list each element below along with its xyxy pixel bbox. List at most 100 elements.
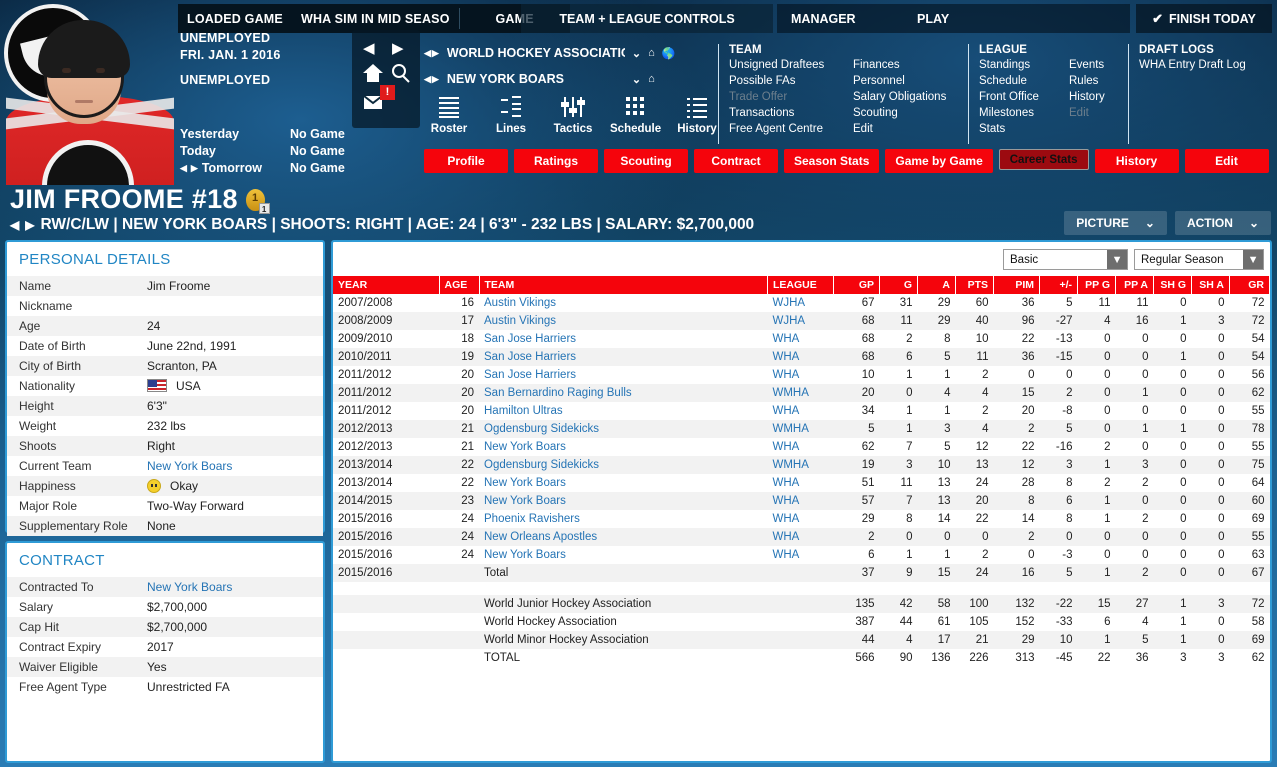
cell-league[interactable]: WHA xyxy=(768,474,834,492)
cell-league[interactable]: WJHA xyxy=(768,312,834,330)
cell-league[interactable]: WHA xyxy=(768,492,834,510)
menu-item-front-office[interactable]: Front Office xyxy=(979,90,1055,105)
prev-league-icon[interactable]: ◀▶ xyxy=(424,48,440,59)
menu-item-team-edit[interactable]: Edit xyxy=(853,122,946,137)
column-header-team[interactable]: TEAM xyxy=(479,276,768,294)
column-header-pp-g[interactable]: PP G xyxy=(1077,276,1116,294)
tab-player-history[interactable]: History xyxy=(1094,149,1179,173)
arrow-left-icon[interactable]: ◀ xyxy=(363,39,375,57)
selected-team[interactable]: NEW YORK BOARS xyxy=(447,72,625,86)
cell-team[interactable]: Phoenix Ravishers xyxy=(479,510,768,528)
cell-team[interactable]: San Jose Harriers xyxy=(479,348,768,366)
column-header-year[interactable]: YEAR xyxy=(333,276,440,294)
action-button[interactable]: ACTION ⌄ xyxy=(1174,211,1271,235)
tab-profile[interactable]: Profile xyxy=(424,149,508,173)
column-header-pp-a[interactable]: PP A xyxy=(1115,276,1154,294)
menu-item-personnel[interactable]: Personnel xyxy=(853,74,946,89)
cell-league[interactable]: WHA xyxy=(768,438,834,456)
personal-detail-value[interactable]: New York Boars xyxy=(147,459,311,473)
column-header-a[interactable]: A xyxy=(917,276,956,294)
menu-item-scouting[interactable]: Scouting xyxy=(853,106,946,121)
tab-contract[interactable]: Contract xyxy=(694,149,778,173)
arrow-right-icon[interactable]: ▶ xyxy=(191,160,198,177)
tab-manager[interactable]: MANAGER xyxy=(791,4,856,33)
cell-league[interactable]: WHA xyxy=(768,528,834,546)
cell-league[interactable]: WHA xyxy=(768,510,834,528)
chevron-down-icon[interactable]: ⌄ xyxy=(632,47,641,60)
nav-history[interactable]: History xyxy=(672,92,722,135)
column-header-pim[interactable]: PIM xyxy=(993,276,1040,294)
cell-team[interactable]: New York Boars xyxy=(479,438,768,456)
column-header-league[interactable]: LEAGUE xyxy=(767,276,834,294)
cell-team[interactable]: Ogdensburg Sidekicks xyxy=(479,420,768,438)
stats-view-select[interactable]: Basic ▼ xyxy=(1003,249,1128,270)
picture-button[interactable]: PICTURE ⌄ xyxy=(1064,211,1167,235)
arrow-right-icon[interactable]: ▶ xyxy=(392,39,404,57)
cell-league[interactable]: WMHA xyxy=(768,420,834,438)
cell-league[interactable]: WJHA xyxy=(768,294,834,312)
column-header-pts[interactable]: PTS xyxy=(955,276,994,294)
cell-team[interactable]: New York Boars xyxy=(479,546,768,564)
cell-league[interactable]: WMHA xyxy=(768,456,834,474)
column-header-age[interactable]: AGE xyxy=(439,276,480,294)
cell-team[interactable]: Austin Vikings xyxy=(479,312,768,330)
cell-league[interactable]: WHA xyxy=(768,348,834,366)
menu-item-schedule[interactable]: Schedule xyxy=(979,74,1055,89)
tab-play[interactable]: PLAY xyxy=(917,4,949,33)
menu-item-milestones[interactable]: Milestones xyxy=(979,106,1055,121)
menu-item-rules[interactable]: Rules xyxy=(1069,74,1105,89)
cell-team[interactable]: San Bernardino Raging Bulls xyxy=(479,384,768,402)
home-icon[interactable]: ⌂ xyxy=(648,73,655,85)
menu-item-transactions[interactable]: Transactions xyxy=(729,106,839,121)
cell-team[interactable]: Hamilton Ultras xyxy=(479,402,768,420)
menu-item-possible-fas[interactable]: Possible FAs xyxy=(729,74,839,89)
tab-loaded-game[interactable]: LOADED GAME xyxy=(178,4,292,33)
cell-league[interactable]: WHA xyxy=(768,366,834,384)
nav-tactics[interactable]: Tactics xyxy=(548,92,598,135)
cell-league[interactable]: WHA xyxy=(768,546,834,564)
cell-team[interactable]: Ogdensburg Sidekicks xyxy=(479,456,768,474)
nav-lines[interactable]: Lines xyxy=(486,92,536,135)
menu-item-unsigned-draftees[interactable]: Unsigned Draftees xyxy=(729,58,839,73)
menu-item-standings[interactable]: Standings xyxy=(979,58,1055,73)
tab-career-stats[interactable]: Career Stats xyxy=(998,149,1089,170)
cell-team[interactable]: San Jose Harriers xyxy=(479,366,768,384)
tab-season-stats[interactable]: Season Stats xyxy=(784,149,880,173)
selected-league[interactable]: WORLD HOCKEY ASSOCIATION xyxy=(447,46,625,60)
column-header-gp[interactable]: GP xyxy=(833,276,880,294)
cell-team[interactable]: Austin Vikings xyxy=(479,294,768,312)
menu-item-finances[interactable]: Finances xyxy=(853,58,946,73)
column-header--[interactable]: +/- xyxy=(1039,276,1078,294)
prev-team-icon[interactable]: ◀▶ xyxy=(424,74,440,85)
finish-today-button[interactable]: ✔ FINISH TODAY xyxy=(1136,4,1272,33)
menu-item-stats[interactable]: Stats xyxy=(979,122,1055,137)
tab-player-edit[interactable]: Edit xyxy=(1184,149,1269,173)
menu-item-salary-obligations[interactable]: Salary Obligations xyxy=(853,90,946,105)
column-header-sh-a[interactable]: SH A xyxy=(1191,276,1230,294)
tab-game-by-game[interactable]: Game by Game xyxy=(885,149,993,173)
menu-item-free-agent-centre[interactable]: Free Agent Centre xyxy=(729,122,839,137)
cell-league[interactable]: WMHA xyxy=(768,384,834,402)
menu-item-league-history[interactable]: History xyxy=(1069,90,1105,105)
cell-team[interactable]: New York Boars xyxy=(479,474,768,492)
column-header-g[interactable]: G xyxy=(879,276,918,294)
cell-league[interactable]: WHA xyxy=(768,402,834,420)
tab-ratings[interactable]: Ratings xyxy=(514,149,598,173)
cell-team[interactable]: San Jose Harriers xyxy=(479,330,768,348)
column-header-gr[interactable]: GR xyxy=(1229,276,1270,294)
nav-roster[interactable]: Roster xyxy=(424,92,474,135)
chevron-down-icon[interactable]: ⌄ xyxy=(632,73,641,86)
cell-league[interactable]: WHA xyxy=(768,330,834,348)
globe-icon[interactable]: 🌎 xyxy=(662,47,676,60)
contract-detail-value[interactable]: New York Boars xyxy=(147,580,311,594)
menu-item-wha-entry-draft-log[interactable]: WHA Entry Draft Log xyxy=(1139,58,1246,73)
prev-player-icon[interactable]: ◀ xyxy=(10,218,19,232)
stats-season-select[interactable]: Regular Season ▼ xyxy=(1134,249,1264,270)
arrow-left-icon[interactable]: ◀ xyxy=(180,160,187,177)
tab-scouting[interactable]: Scouting xyxy=(604,149,688,173)
home-icon[interactable]: ⌂ xyxy=(648,47,655,59)
next-player-icon[interactable]: ▶ xyxy=(25,218,34,232)
menu-item-events[interactable]: Events xyxy=(1069,58,1105,73)
column-header-sh-g[interactable]: SH G xyxy=(1153,276,1192,294)
cell-team[interactable]: New Orleans Apostles xyxy=(479,528,768,546)
